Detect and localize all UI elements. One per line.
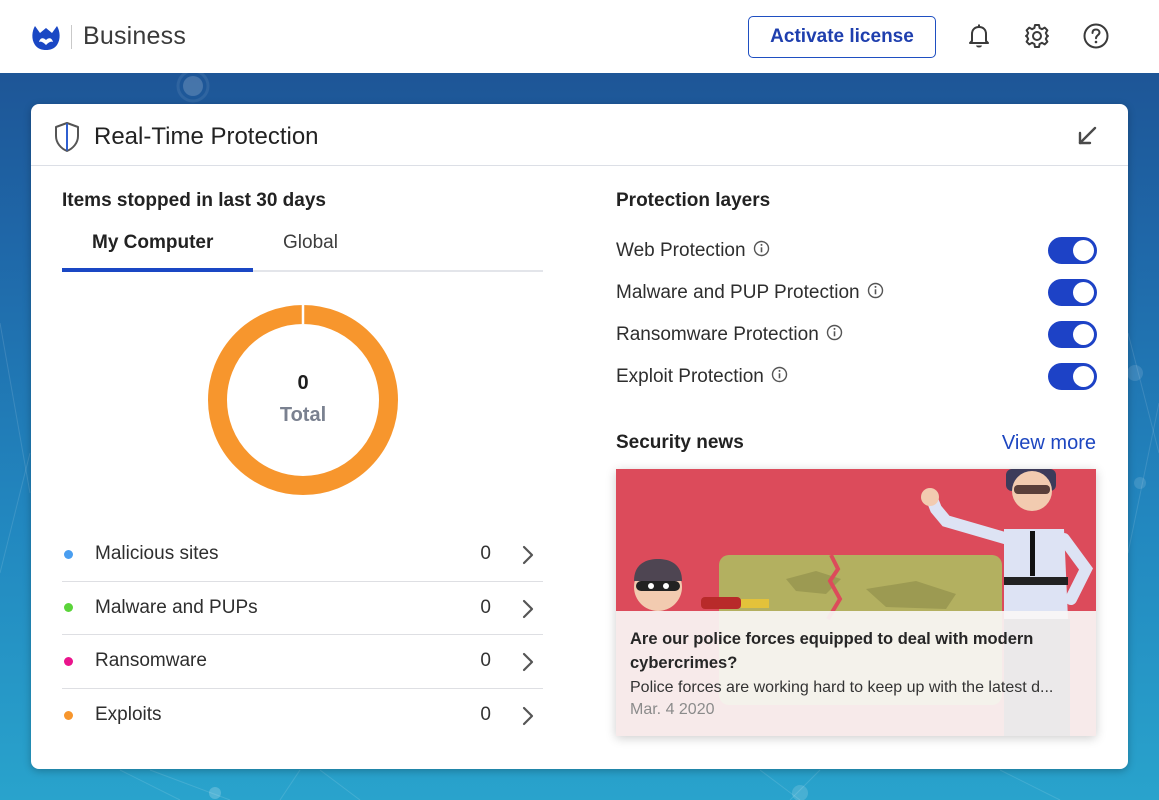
tab-my-computer[interactable]: My Computer	[92, 232, 213, 254]
info-icon[interactable]	[867, 282, 884, 299]
malwarebytes-logo-icon	[32, 25, 60, 50]
brand-name: Business	[83, 22, 187, 50]
total-label: Total	[279, 404, 327, 426]
info-icon[interactable]	[753, 240, 770, 257]
brand-separator	[71, 24, 72, 49]
layer-label: Ransomware Protection	[616, 324, 819, 345]
news-title[interactable]: Are our police forces equipped to deal w…	[630, 627, 1082, 675]
real-time-protection-card: Real-Time Protection Items stopped in la…	[31, 104, 1128, 769]
stat-value: 0	[480, 650, 491, 672]
settings-button[interactable]	[1022, 21, 1052, 51]
toggle-knob	[1073, 240, 1094, 261]
news-overlay: Are our police forces equipped to deal w…	[616, 611, 1096, 736]
stopped-tabs: My Computer Global	[62, 228, 543, 272]
news-article-card[interactable]: Are our police forces equipped to deal w…	[616, 469, 1096, 736]
protection-layers-heading: Protection layers	[616, 190, 771, 211]
stat-label: Exploits	[95, 704, 162, 726]
brand: Business	[31, 22, 186, 51]
view-more-link[interactable]: View more	[1002, 432, 1096, 455]
bell-icon	[969, 24, 989, 48]
legend-dot	[64, 603, 73, 613]
chevron-right-icon	[522, 652, 534, 672]
active-tab-indicator	[62, 268, 253, 272]
news-date: Mar. 4 2020	[630, 701, 715, 718]
layer-label: Malware and PUP Protection	[616, 282, 860, 303]
help-button[interactable]	[1081, 21, 1111, 51]
security-news-heading: Security news	[616, 432, 744, 453]
web-protection-toggle[interactable]	[1048, 237, 1097, 264]
chevron-right-icon	[522, 545, 534, 565]
stat-label: Ransomware	[95, 650, 207, 672]
donut-ring	[208, 305, 398, 495]
layer-label: Web Protection	[616, 240, 746, 261]
legend-dot	[64, 710, 73, 720]
stat-value: 0	[480, 543, 491, 565]
layer-row-exploit-protection: Exploit Protection	[616, 356, 1097, 398]
tab-global[interactable]: Global	[283, 232, 338, 254]
collapse-arrow-icon[interactable]	[1074, 123, 1100, 149]
stat-label: Malicious sites	[95, 543, 219, 565]
stat-row-exploits[interactable]: Exploits 0	[62, 689, 543, 743]
activate-license-button[interactable]: Activate license	[748, 16, 936, 58]
legend-dot	[64, 549, 73, 559]
items-donut-chart	[208, 304, 398, 495]
legend-dot	[64, 656, 73, 666]
layer-row-web-protection: Web Protection	[616, 230, 1097, 272]
card-header: Real-Time Protection	[31, 104, 1128, 166]
notifications-button[interactable]	[964, 21, 994, 51]
toggle-knob	[1073, 282, 1094, 303]
items-stopped-heading: Items stopped in last 30 days	[62, 190, 326, 211]
layer-row-malware-pup-protection: Malware and PUP Protection	[616, 272, 1097, 314]
stat-row-ransomware[interactable]: Ransomware 0	[62, 635, 543, 689]
stat-value: 0	[480, 704, 491, 726]
stat-label: Malware and PUPs	[95, 596, 258, 618]
news-excerpt: Police forces are working hard to keep u…	[630, 679, 1054, 696]
card-title: Real-Time Protection	[94, 123, 319, 150]
protection-layers-list: Web Protection Malware and PUP Protectio…	[616, 230, 1097, 398]
help-icon	[1083, 23, 1109, 49]
top-bar: Business Activate license	[0, 0, 1159, 73]
layer-row-ransomware-protection: Ransomware Protection	[616, 314, 1097, 356]
malware-pup-protection-toggle[interactable]	[1048, 279, 1097, 306]
gear-icon	[1025, 24, 1049, 48]
shield-icon	[55, 122, 79, 152]
stopped-items-list: Malicious sites 0 Malware and PUPs 0 Ran…	[62, 528, 543, 742]
toggle-knob	[1073, 324, 1094, 345]
info-icon[interactable]	[771, 366, 788, 383]
total-count: 0	[297, 372, 309, 394]
chevron-right-icon	[522, 599, 534, 618]
chevron-right-icon	[522, 706, 534, 725]
layer-label: Exploit Protection	[616, 366, 764, 387]
stat-value: 0	[480, 596, 491, 618]
toggle-knob	[1073, 366, 1094, 387]
exploit-protection-toggle[interactable]	[1048, 363, 1097, 390]
stat-row-malware-pups[interactable]: Malware and PUPs 0	[62, 582, 543, 635]
ransomware-protection-toggle[interactable]	[1048, 321, 1097, 348]
info-icon[interactable]	[826, 324, 843, 341]
stat-row-malicious-sites[interactable]: Malicious sites 0	[62, 528, 543, 582]
